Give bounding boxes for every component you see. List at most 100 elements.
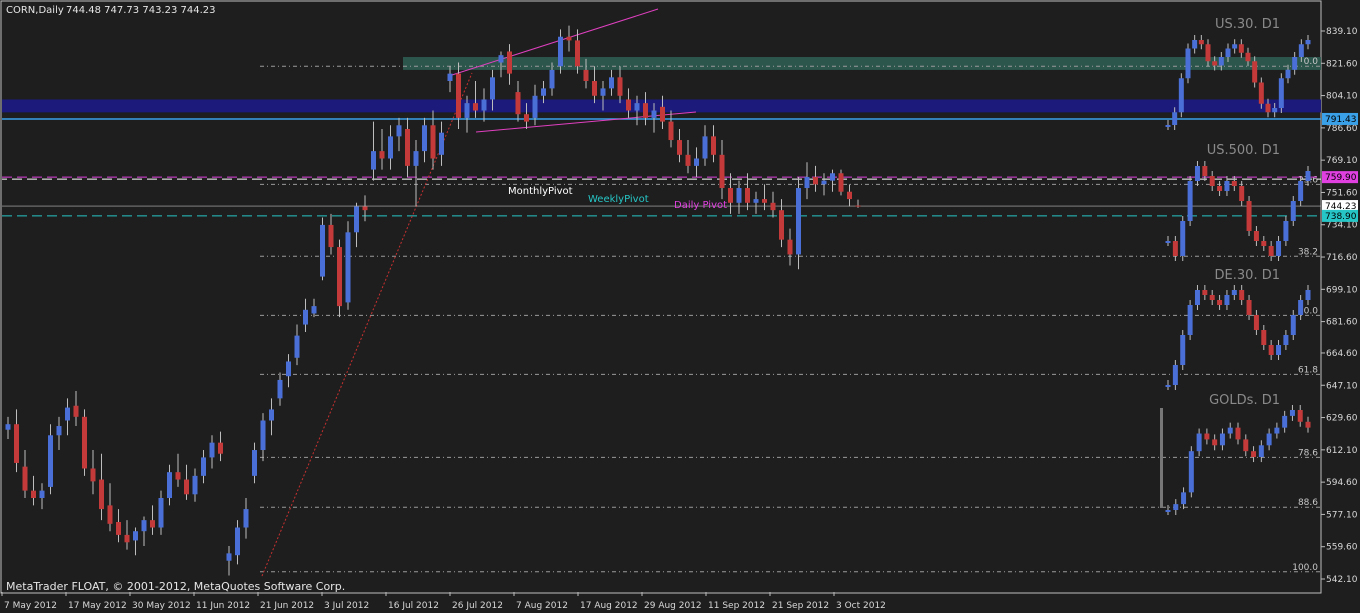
candle-body[interactable] — [39, 490, 45, 498]
candle-body[interactable] — [787, 239, 793, 255]
candle-body[interactable] — [439, 132, 444, 155]
candle-body[interactable] — [617, 77, 623, 96]
candle-body[interactable] — [294, 335, 300, 358]
candle-body[interactable] — [770, 202, 776, 211]
candle-body[interactable] — [549, 69, 555, 89]
candle-body[interactable] — [56, 426, 62, 436]
candle-body[interactable] — [541, 88, 546, 96]
candle-body[interactable] — [430, 125, 436, 159]
candle-body[interactable] — [413, 151, 419, 166]
candle-body[interactable] — [422, 125, 427, 152]
candle-body[interactable] — [651, 110, 657, 118]
candle-body[interactable] — [320, 224, 325, 277]
candle-body[interactable] — [719, 154, 725, 189]
candle-body[interactable] — [626, 99, 631, 111]
candle-body[interactable] — [736, 188, 742, 203]
candle-body[interactable] — [855, 205, 861, 207]
candle-body[interactable] — [90, 468, 96, 482]
candle-body[interactable] — [22, 466, 28, 491]
candle-body[interactable] — [150, 520, 155, 528]
candle-body[interactable] — [116, 521, 121, 535]
candle-body[interactable] — [804, 176, 810, 189]
candle-body[interactable] — [354, 206, 359, 233]
candle-body[interactable] — [702, 136, 708, 159]
candle-body[interactable] — [498, 55, 504, 63]
candle-body[interactable] — [481, 99, 487, 111]
candle-body[interactable] — [634, 103, 640, 111]
candle-body[interactable] — [124, 534, 130, 543]
candle-body[interactable] — [575, 40, 580, 67]
candle-body[interactable] — [286, 361, 291, 377]
candle-body[interactable] — [677, 140, 682, 155]
candle-body[interactable] — [226, 553, 232, 561]
candle-body[interactable] — [813, 176, 818, 185]
candle-body[interactable] — [694, 158, 699, 166]
candle-body[interactable] — [838, 173, 844, 192]
candle-body[interactable] — [73, 405, 79, 417]
candle-body[interactable] — [405, 128, 410, 166]
candle-body[interactable] — [141, 520, 147, 532]
candle-body[interactable] — [456, 73, 461, 118]
candle-body[interactable] — [277, 379, 283, 399]
candle-body[interactable] — [218, 442, 223, 454]
candle-body[interactable] — [65, 407, 70, 421]
candle-body[interactable] — [660, 106, 665, 122]
candle-body[interactable] — [5, 424, 11, 430]
candle-body[interactable] — [566, 36, 572, 41]
candle-body[interactable] — [668, 121, 674, 141]
candle-body[interactable] — [507, 51, 512, 74]
candle-body[interactable] — [99, 479, 104, 510]
candle-body[interactable] — [592, 81, 597, 96]
candle-body[interactable] — [711, 136, 716, 155]
candle-body[interactable] — [609, 77, 614, 89]
candle-body[interactable] — [328, 224, 334, 248]
candle-body[interactable] — [379, 151, 385, 159]
candle-body[interactable] — [745, 188, 750, 203]
candle-body[interactable] — [464, 103, 470, 118]
candle-body[interactable] — [158, 497, 164, 528]
candle-body[interactable] — [337, 247, 342, 307]
candle-body[interactable] — [779, 210, 784, 240]
candle-body[interactable] — [685, 154, 691, 166]
candle-body[interactable] — [762, 199, 767, 203]
candle-body[interactable] — [371, 151, 376, 170]
candle-body[interactable] — [269, 409, 274, 421]
candle-body[interactable] — [753, 199, 759, 203]
candle-body[interactable] — [600, 88, 606, 96]
candle-body[interactable] — [830, 173, 835, 181]
candle-body[interactable] — [260, 420, 266, 451]
candle-body[interactable] — [192, 475, 198, 495]
candle-body[interactable] — [345, 232, 351, 303]
candle-body[interactable] — [821, 180, 827, 185]
candle-body[interactable] — [14, 424, 19, 463]
candle-body[interactable] — [82, 416, 87, 469]
candle-body[interactable] — [175, 472, 181, 480]
candle-body[interactable] — [167, 472, 172, 498]
candle-body[interactable] — [133, 531, 138, 541]
candle-body[interactable] — [490, 77, 495, 100]
candle-body[interactable] — [48, 435, 53, 487]
candle-body[interactable] — [447, 73, 453, 82]
candle-body[interactable] — [796, 188, 801, 255]
price-chart[interactable]: 0.023.638.250.061.878.688.6100.0 US.30. … — [0, 0, 1360, 613]
candle-body[interactable] — [532, 95, 538, 118]
candle-body[interactable] — [473, 103, 478, 111]
candle-body[interactable] — [107, 505, 113, 524]
candle-body[interactable] — [209, 442, 215, 458]
candle-body[interactable] — [728, 188, 733, 203]
candle-body[interactable] — [235, 527, 240, 556]
candle-body[interactable] — [184, 479, 189, 495]
candle-body[interactable] — [515, 92, 521, 115]
candle-body[interactable] — [847, 191, 852, 200]
candle-body[interactable] — [252, 450, 257, 476]
candle-body[interactable] — [31, 490, 36, 498]
candle-body[interactable] — [558, 36, 563, 67]
candle-body[interactable] — [201, 457, 206, 476]
candle-body[interactable] — [396, 125, 402, 137]
candle-body[interactable] — [243, 509, 249, 528]
candle-body[interactable] — [643, 103, 648, 118]
candle-body[interactable] — [583, 69, 589, 82]
candle-body[interactable] — [303, 309, 308, 325]
candle-body[interactable] — [388, 136, 393, 159]
candle-body[interactable] — [524, 114, 529, 122]
